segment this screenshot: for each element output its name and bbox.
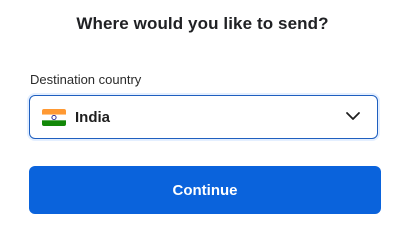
chevron-down-icon[interactable]	[345, 110, 361, 122]
destination-country-label: Destination country	[30, 72, 142, 87]
selected-country: India	[75, 108, 111, 126]
page-title: Where would you like to send?	[76, 14, 329, 33]
continue-button[interactable]: Continue	[29, 166, 381, 214]
india-flag-icon	[42, 108, 66, 126]
send-money-form: Where would you like to send? Destinatio…	[0, 0, 405, 235]
destination-country-select[interactable]: India	[29, 95, 378, 139]
